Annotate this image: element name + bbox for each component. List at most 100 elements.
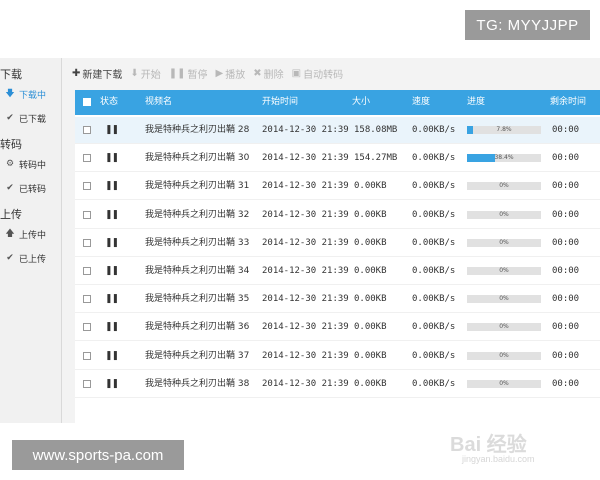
- row-video-name: 我是特种兵之利刃出鞘 37: [145, 350, 250, 361]
- row-progress-label: 0%: [499, 238, 509, 246]
- sidebar-item-label: 已转码: [19, 184, 47, 195]
- table-row[interactable]: ❚❚ 我是特种兵之利刃出鞘 28 2014-12-30 21:39 158.08MB 0…: [75, 117, 600, 144]
- sidebar-item-label: 已下载: [19, 114, 47, 125]
- row-remaining-time: 00:00: [552, 322, 580, 333]
- sidebar-item-uploading[interactable]: 🡅 上传中: [4, 226, 58, 242]
- auto-transcode-button[interactable]: ▣ 自动转码: [292, 66, 343, 81]
- table-row[interactable]: ❚❚ 我是特种兵之利刃出鞘 31 2014-12-30 21:39 0.00KB 0.0…: [75, 173, 600, 201]
- row-start-time: 2014-12-30 21:39: [262, 350, 349, 361]
- row-checkbox[interactable]: [83, 267, 91, 275]
- header-progress[interactable]: 进度: [467, 90, 485, 115]
- row-checkbox[interactable]: [83, 379, 91, 388]
- header-status[interactable]: 状态: [100, 90, 118, 115]
- row-progress-label: 0%: [499, 182, 509, 190]
- row-speed: 0.00KB/s: [412, 266, 456, 276]
- start-button[interactable]: ⬇ 开始: [130, 66, 160, 81]
- row-checkbox[interactable]: [83, 295, 91, 304]
- row-video-name: 我是特种兵之利刃出鞘 28: [145, 125, 250, 135]
- new-download-button[interactable]: ✚ 新建下载: [72, 66, 122, 81]
- header-name[interactable]: 视频名: [145, 90, 172, 115]
- row-start-time: 2014-12-30 21:39: [262, 181, 349, 192]
- row-progress-label: 0%: [499, 323, 509, 331]
- sidebar-item-downloading[interactable]: 🡇 下载中: [4, 86, 58, 102]
- row-pause-icon[interactable]: ❚❚: [105, 202, 119, 229]
- table-row[interactable]: ❚❚ 我是特种兵之利刃出鞘 30 2014-12-30 21:39 154.27MB 0…: [75, 145, 600, 173]
- row-video-name: 我是特种兵之利刃出鞘 34: [145, 266, 250, 276]
- table-header: 状态 视频名 开始时间 大小 速度 进度 剩余时间: [75, 90, 600, 115]
- header-speed[interactable]: 速度: [412, 90, 430, 115]
- header-size[interactable]: 大小: [352, 90, 370, 115]
- row-progress-bar: 0%: [467, 267, 541, 275]
- row-pause-icon[interactable]: ❚❚: [105, 145, 119, 172]
- sidebar-item-uploaded[interactable]: ✔ 已上传: [4, 250, 58, 266]
- sidebar-item-label: 下载中: [19, 90, 47, 101]
- row-remaining-time: 00:00: [552, 125, 580, 135]
- sidebar-item-transcoded[interactable]: ✔ 已转码: [4, 180, 58, 196]
- select-all-checkbox[interactable]: [83, 98, 91, 106]
- sidebar-item-label: 转码中: [19, 160, 47, 171]
- row-pause-icon[interactable]: ❚❚: [105, 258, 119, 285]
- row-checkbox[interactable]: [83, 323, 91, 332]
- row-pause-icon[interactable]: ❚❚: [105, 173, 119, 200]
- row-progress-bar: 0%: [467, 210, 541, 219]
- checkmark-icon: ✔: [6, 183, 14, 193]
- table-row[interactable]: ❚❚ 我是特种兵之利刃出鞘 37 2014-12-30 21:39 0.00KB 0.0…: [75, 343, 600, 370]
- site-watermark-badge: www.sports-pa.com: [12, 440, 184, 470]
- row-size: 0.00KB: [354, 350, 387, 361]
- play-button[interactable]: ▶ 播放: [216, 66, 246, 81]
- row-start-time: 2014-12-30 21:39: [262, 153, 349, 164]
- row-remaining-time: 00:00: [552, 181, 580, 192]
- row-pause-icon[interactable]: ❚❚: [105, 371, 119, 398]
- sidebar-section-transcode-title: 转码: [0, 138, 22, 151]
- table-row[interactable]: ❚❚ 我是特种兵之利刃出鞘 33 2014-12-30 21:39 0.00KB 0.0…: [75, 230, 600, 257]
- table-row[interactable]: ❚❚ 我是特种兵之利刃出鞘 34 2014-12-30 21:39 0.00KB 0.0…: [75, 258, 600, 285]
- row-checkbox[interactable]: [83, 210, 91, 219]
- delete-button[interactable]: ✖ 删除: [253, 66, 283, 81]
- row-checkbox[interactable]: [83, 238, 91, 247]
- header-start-time[interactable]: 开始时间: [262, 90, 298, 115]
- row-remaining-time: 00:00: [552, 378, 580, 389]
- new-download-label: 新建下载: [82, 69, 123, 81]
- row-video-name: 我是特种兵之利刃出鞘 30: [145, 153, 250, 164]
- table-row[interactable]: ❚❚ 我是特种兵之利刃出鞘 35 2014-12-30 21:39 0.00KB 0.0…: [75, 286, 600, 314]
- row-progress-label: 0%: [499, 210, 509, 218]
- pause-label: 暂停: [187, 69, 208, 81]
- row-checkbox[interactable]: [83, 182, 91, 191]
- header-remaining[interactable]: 剩余时间: [550, 90, 586, 115]
- row-start-time: 2014-12-30 21:39: [262, 209, 349, 220]
- row-remaining-time: 00:00: [552, 153, 580, 164]
- row-progress-label: 0%: [499, 351, 509, 359]
- table-row[interactable]: ❚❚ 我是特种兵之利刃出鞘 32 2014-12-30 21:39 0.00KB 0.0…: [75, 202, 600, 229]
- row-video-name: 我是特种兵之利刃出鞘 31: [145, 181, 250, 192]
- sidebar-item-label: 已上传: [19, 254, 47, 265]
- table-row[interactable]: ❚❚ 我是特种兵之利刃出鞘 36 2014-12-30 21:39 0.00KB 0.0…: [75, 314, 600, 342]
- row-remaining-time: 00:00: [552, 350, 580, 361]
- row-checkbox[interactable]: [83, 351, 91, 360]
- start-arrow-icon: ⬇: [130, 67, 139, 79]
- row-pause-icon[interactable]: ❚❚: [105, 117, 119, 144]
- row-size: 0.00KB: [354, 266, 387, 276]
- pause-button[interactable]: ❚❚ 暂停: [169, 66, 208, 81]
- pause-icon: ❚❚: [168, 67, 186, 79]
- row-size: 0.00KB: [354, 322, 387, 333]
- plus-icon: ✚: [72, 67, 81, 79]
- row-pause-icon[interactable]: ❚❚: [105, 286, 119, 313]
- row-pause-icon[interactable]: ❚❚: [105, 314, 119, 341]
- row-checkbox[interactable]: [83, 154, 91, 163]
- row-speed: 0.00KB/s: [412, 378, 456, 389]
- row-video-name: 我是特种兵之利刃出鞘 36: [145, 322, 250, 333]
- sidebar-item-downloaded[interactable]: ✔ 已下载: [4, 110, 58, 126]
- row-video-name: 我是特种兵之利刃出鞘 35: [145, 294, 250, 305]
- row-remaining-time: 00:00: [552, 237, 580, 248]
- sidebar-item-transcoding[interactable]: ⚙ 转码中: [4, 156, 58, 172]
- row-speed: 0.00KB/s: [412, 209, 456, 220]
- row-pause-icon[interactable]: ❚❚: [105, 230, 119, 257]
- table-row[interactable]: ❚❚ 我是特种兵之利刃出鞘 38 2014-12-30 21:39 0.00KB 0.0…: [75, 371, 600, 398]
- row-pause-icon[interactable]: ❚❚: [105, 343, 119, 370]
- row-checkbox[interactable]: [83, 126, 91, 134]
- row-speed: 0.00KB/s: [412, 237, 456, 248]
- checkmark-icon: ✔: [6, 253, 14, 263]
- row-video-name: 我是特种兵之利刃出鞘 38: [145, 378, 250, 389]
- row-start-time: 2014-12-30 21:39: [262, 322, 349, 333]
- row-speed: 0.00KB/s: [412, 322, 456, 333]
